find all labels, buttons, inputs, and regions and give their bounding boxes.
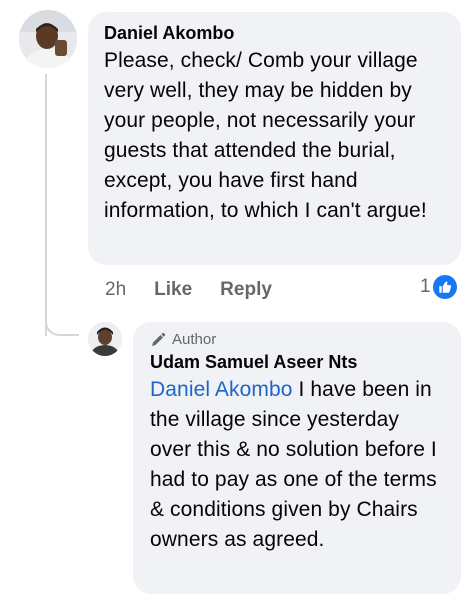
like-button[interactable]: Like [154,279,192,301]
author-badge: Author [150,331,444,349]
mention-link[interactable]: Daniel Akombo [150,378,293,401]
comment-author-name[interactable]: Daniel Akombo [104,22,445,44]
comment-bubble: Daniel Akombo Please, check/ Comb your v… [88,12,461,265]
reply-button[interactable]: Reply [220,279,272,301]
reply-author-name[interactable]: Udam Samuel Aseer Nts [150,351,444,373]
reply-avatar[interactable] [88,322,122,356]
author-badge-label: Author [172,331,217,348]
reaction-count: 1 [420,276,431,297]
comment-actions: 2h Like Reply [105,276,300,304]
comment-text: Please, check/ Comb your village very we… [104,49,427,222]
profile-photo-icon [19,10,77,68]
reply-text: Daniel Akombo I have been in the village… [150,375,444,555]
profile-photo-icon [88,322,122,356]
avatar[interactable] [19,10,77,68]
reaction-summary[interactable]: 1 [420,274,457,300]
reply-text-body: I have been in the village since yesterd… [150,378,437,551]
comment-timestamp[interactable]: 2h [105,279,126,301]
reply-bubble: Author Udam Samuel Aseer Nts Daniel Akom… [133,322,461,594]
thread-connector [45,306,79,336]
pen-icon [150,332,166,348]
like-icon [432,275,457,299]
thread-line [45,74,47,336]
